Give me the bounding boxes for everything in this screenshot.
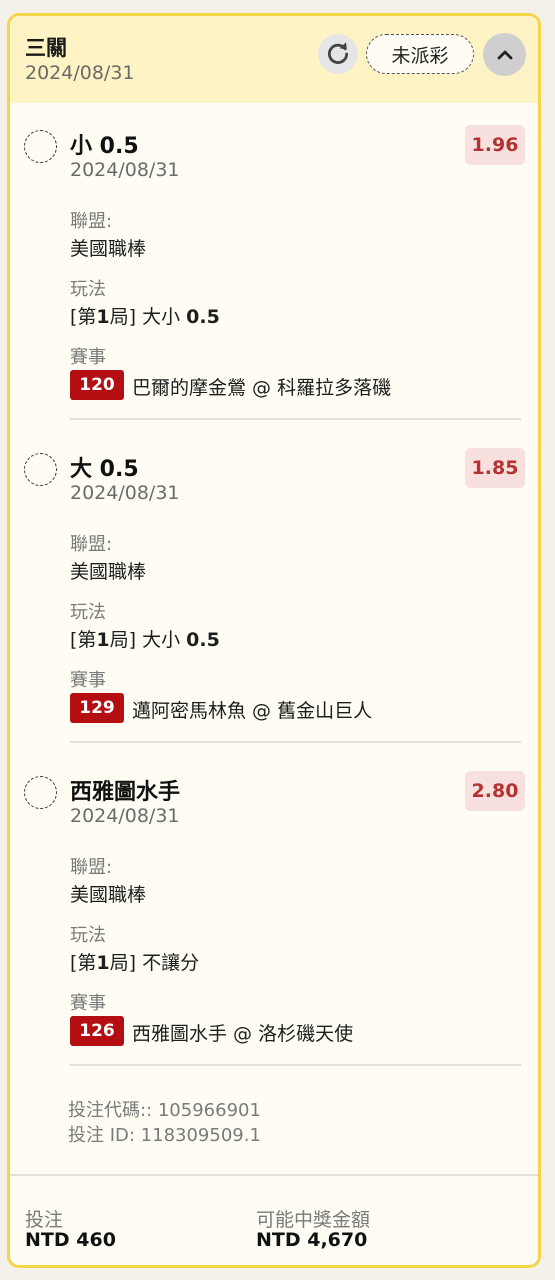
bet-reference: 投注代碼:: 105966901 投注 ID: 118309509.1 [68, 1098, 261, 1148]
refresh-icon [327, 42, 349, 64]
event-value: 邁阿密馬林魚 @ 舊金山巨人 [132, 700, 373, 722]
parlay-date: 2024/08/31 [25, 62, 135, 84]
market-prefix: [第 [70, 306, 97, 328]
market-prefix: [第 [70, 952, 97, 974]
bet-item: 西雅圖水手 2024/08/31 2.80 聯盟: 美國職棒 玩法 [第1局] … [10, 749, 538, 1072]
event-number-badge: 129 [70, 693, 124, 723]
bet-slip-card: 三關 2024/08/31 未派彩 小 0.5 2024/08/31 1.96 … [7, 13, 541, 1268]
league-label: 聯盟: [70, 211, 113, 232]
payout-value: NTD 4,670 [256, 1229, 368, 1251]
league-value: 美國職棒 [70, 238, 147, 260]
collapse-button[interactable] [483, 33, 526, 76]
bet-divider [70, 418, 521, 420]
event-value: 巴爾的摩金鶯 @ 科羅拉多落磯 [132, 377, 392, 399]
event-number-badge: 126 [70, 1016, 124, 1046]
market-line: 0.5 [186, 629, 220, 651]
bet-date: 2024/08/31 [70, 805, 180, 827]
odds-button[interactable]: 1.85 [465, 448, 525, 488]
event-label: 賽事 [70, 347, 106, 368]
league-label: 聯盟: [70, 857, 113, 878]
refresh-button[interactable] [318, 34, 358, 74]
chevron-up-icon [497, 50, 512, 59]
market-line: 0.5 [186, 306, 220, 328]
league-label: 聯盟: [70, 534, 113, 555]
market-value: [第1局] 大小 0.5 [70, 302, 220, 329]
event-label: 賽事 [70, 670, 106, 691]
bet-date: 2024/08/31 [70, 482, 180, 504]
market-type: 局] 不讓分 [109, 952, 200, 974]
market-value: [第1局] 不讓分 [70, 948, 199, 975]
event-value: 西雅圖水手 @ 洛杉磯天使 [132, 1023, 354, 1045]
market-period: 1 [96, 629, 110, 651]
bet-radio[interactable] [24, 776, 57, 809]
odds-button[interactable]: 1.96 [465, 125, 525, 165]
bet-selection: 小 0.5 [70, 134, 139, 159]
bet-radio[interactable] [24, 130, 57, 163]
market-label: 玩法 [70, 279, 106, 300]
payout-label: 可能中獎金額 [256, 1209, 371, 1231]
league-value: 美國職棒 [70, 884, 147, 906]
bet-date: 2024/08/31 [70, 159, 180, 181]
bet-item: 大 0.5 2024/08/31 1.85 聯盟: 美國職棒 玩法 [第1局] … [10, 426, 538, 749]
market-prefix: [第 [70, 629, 97, 651]
card-header: 三關 2024/08/31 未派彩 [10, 16, 538, 103]
stake-value: NTD 460 [25, 1229, 116, 1251]
event-label: 賽事 [70, 993, 106, 1014]
bet-id: 投注 ID: 118309509.1 [68, 1125, 261, 1146]
bet-selection: 西雅圖水手 [70, 780, 181, 805]
status-badge: 未派彩 [366, 34, 474, 74]
bet-selection: 大 0.5 [70, 457, 139, 482]
bet-divider [70, 741, 521, 743]
market-value: [第1局] 大小 0.5 [70, 625, 220, 652]
event-number-badge: 120 [70, 370, 124, 400]
bet-list: 小 0.5 2024/08/31 1.96 聯盟: 美國職棒 玩法 [第1局] … [10, 103, 538, 1072]
parlay-title: 三關 [25, 36, 67, 60]
market-label: 玩法 [70, 602, 106, 623]
bet-code: 投注代碼:: 105966901 [68, 1100, 261, 1121]
bet-divider [70, 1064, 521, 1066]
market-label: 玩法 [70, 925, 106, 946]
footer-divider [10, 1174, 538, 1176]
market-type: 局] 大小 [109, 629, 187, 651]
bet-item: 小 0.5 2024/08/31 1.96 聯盟: 美國職棒 玩法 [第1局] … [10, 103, 538, 426]
stake-label: 投注 [25, 1209, 64, 1231]
market-period: 1 [96, 306, 110, 328]
market-period: 1 [96, 952, 110, 974]
odds-button[interactable]: 2.80 [465, 771, 525, 811]
league-value: 美國職棒 [70, 561, 147, 583]
market-type: 局] 大小 [109, 306, 187, 328]
bet-radio[interactable] [24, 453, 57, 486]
